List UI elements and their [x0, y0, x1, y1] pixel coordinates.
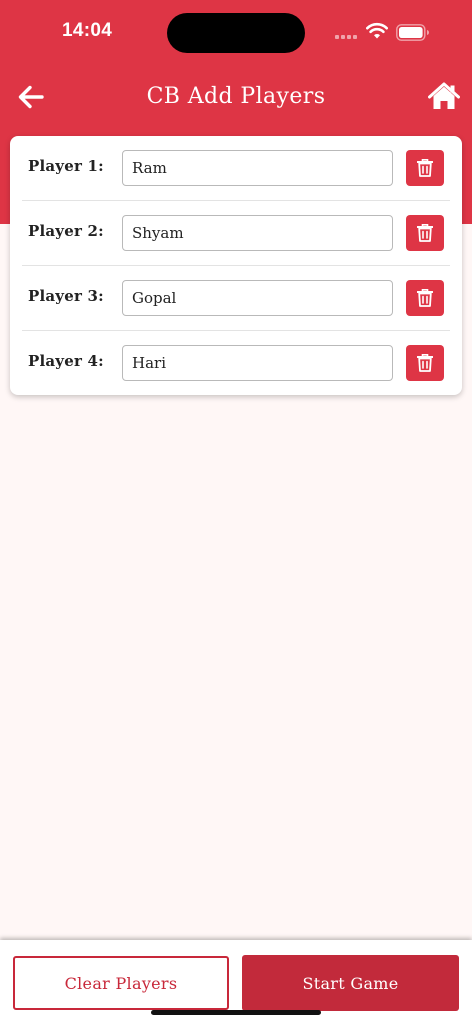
cellular-signal-icon	[335, 35, 359, 39]
player-row: Player 3:	[10, 266, 462, 331]
clear-players-button[interactable]: Clear Players	[13, 956, 229, 1010]
player-label: Player 1:	[28, 157, 104, 175]
player-row: Player 4:	[10, 331, 462, 396]
player-label: Player 3:	[28, 287, 104, 305]
arrow-left-icon	[18, 85, 44, 109]
dynamic-island	[167, 13, 305, 53]
battery-icon	[396, 24, 429, 41]
home-icon	[428, 82, 460, 109]
delete-player-button[interactable]	[406, 280, 444, 316]
home-indicator[interactable]	[151, 1010, 321, 1015]
start-game-button[interactable]: Start Game	[242, 955, 459, 1011]
player-name-input[interactable]	[122, 345, 393, 381]
player-label: Player 2:	[28, 222, 104, 240]
delete-player-button[interactable]	[406, 345, 444, 381]
player-label: Player 4:	[28, 352, 104, 370]
trash-icon	[417, 354, 433, 372]
trash-icon	[417, 159, 433, 177]
player-name-input[interactable]	[122, 280, 393, 316]
player-row: Player 1:	[10, 136, 462, 201]
player-row: Player 2:	[10, 201, 462, 266]
delete-player-button[interactable]	[406, 215, 444, 251]
back-button[interactable]	[16, 82, 46, 112]
home-button[interactable]	[428, 82, 460, 112]
wifi-icon	[366, 23, 388, 39]
trash-icon	[417, 224, 433, 242]
player-name-input[interactable]	[122, 215, 393, 251]
players-card: Player 1: Player 2: Player 3:	[10, 136, 462, 395]
delete-player-button[interactable]	[406, 150, 444, 186]
status-time: 14:04	[62, 20, 113, 41]
player-name-input[interactable]	[122, 150, 393, 186]
trash-icon	[417, 289, 433, 307]
status-bar: 14:04	[0, 0, 472, 64]
